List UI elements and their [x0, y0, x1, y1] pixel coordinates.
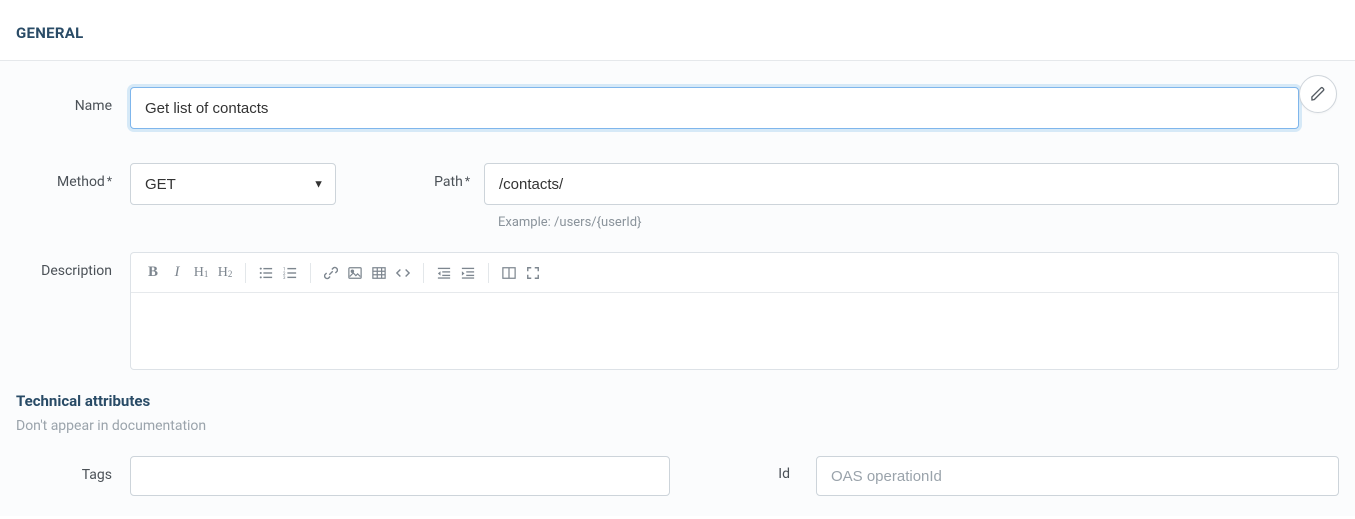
- method-select[interactable]: GET: [130, 163, 336, 205]
- table-icon: [372, 266, 386, 280]
- split-view-button[interactable]: [497, 258, 521, 288]
- toolbar-separator: [488, 263, 489, 283]
- fullscreen-button[interactable]: [521, 258, 545, 288]
- tags-input[interactable]: [130, 456, 670, 496]
- id-label: Id: [670, 456, 816, 482]
- path-label: Path: [336, 163, 484, 190]
- name-input[interactable]: [130, 87, 1299, 129]
- table-button[interactable]: [367, 258, 391, 288]
- pencil-icon: [1310, 86, 1326, 102]
- general-panel: Name Method GET ▼ Path Example: /users/{…: [0, 61, 1355, 516]
- tags-label: Tags: [16, 456, 130, 483]
- technical-section: Technical attributes Don't appear in doc…: [16, 392, 1339, 496]
- technical-title: Technical attributes: [16, 392, 1339, 410]
- toolbar-separator: [245, 263, 246, 283]
- image-icon: [348, 266, 362, 280]
- outdent-button[interactable]: [432, 258, 456, 288]
- image-button[interactable]: [343, 258, 367, 288]
- ordered-list-button[interactable]: 123: [278, 258, 302, 288]
- path-input[interactable]: [484, 163, 1339, 205]
- toolbar-separator: [423, 263, 424, 283]
- unordered-list-button[interactable]: [254, 258, 278, 288]
- italic-button[interactable]: I: [165, 258, 189, 288]
- columns-icon: [502, 266, 516, 280]
- toolbar-separator: [310, 263, 311, 283]
- description-textarea[interactable]: [131, 293, 1338, 369]
- description-label: Description: [16, 252, 130, 279]
- bold-button[interactable]: B: [141, 258, 165, 288]
- id-input[interactable]: [816, 456, 1339, 496]
- link-icon: [324, 266, 338, 280]
- section-header: GENERAL: [0, 0, 1355, 61]
- code-button[interactable]: [391, 258, 415, 288]
- method-label: Method: [16, 163, 130, 190]
- indent-icon: [461, 266, 475, 280]
- outdent-icon: [437, 266, 451, 280]
- path-hint: Example: /users/{userId}: [484, 215, 1339, 230]
- h1-button[interactable]: H1: [189, 258, 213, 288]
- row-description: Description B I H1 H2 123: [16, 252, 1339, 370]
- svg-text:3: 3: [283, 276, 286, 280]
- row-method-path: Method GET ▼ Path Example: /users/{userI…: [16, 163, 1339, 230]
- edit-button[interactable]: [1299, 75, 1337, 113]
- expand-icon: [526, 266, 540, 280]
- row-name: Name: [16, 87, 1339, 129]
- code-icon: [396, 266, 410, 280]
- editor-toolbar: B I H1 H2 123: [131, 253, 1338, 293]
- list-ol-icon: 123: [283, 266, 297, 280]
- indent-button[interactable]: [456, 258, 480, 288]
- name-label: Name: [16, 87, 130, 114]
- link-button[interactable]: [319, 258, 343, 288]
- h2-button[interactable]: H2: [213, 258, 237, 288]
- list-ul-icon: [259, 266, 273, 280]
- description-editor: B I H1 H2 123: [130, 252, 1339, 370]
- section-title: GENERAL: [16, 24, 1339, 42]
- technical-subtitle: Don't appear in documentation: [16, 418, 1339, 434]
